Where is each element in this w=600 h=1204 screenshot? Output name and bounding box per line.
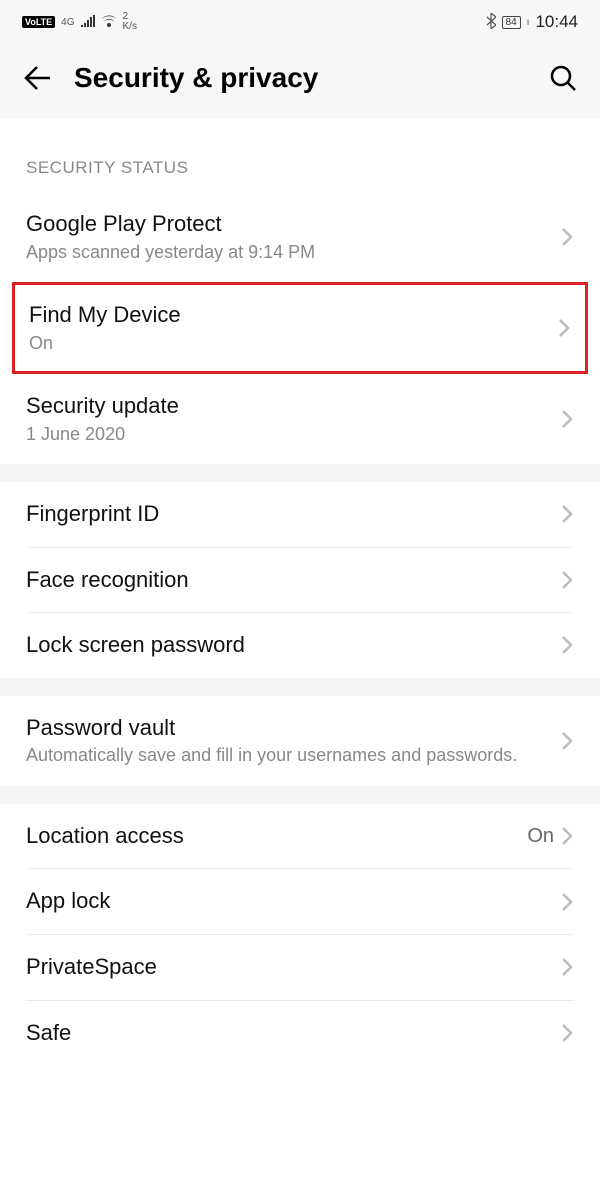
signal-icon xyxy=(81,14,95,30)
item-value: On xyxy=(527,825,554,848)
chevron-right-icon xyxy=(560,408,574,430)
item-title: Find My Device xyxy=(29,301,557,330)
status-right: 84 ı 10:44 xyxy=(486,12,578,32)
clock: 10:44 xyxy=(535,12,578,32)
page-title: Security & privacy xyxy=(74,62,318,94)
item-google-play-protect[interactable]: Google Play Protect Apps scanned yesterd… xyxy=(0,192,600,282)
search-button[interactable] xyxy=(548,63,578,93)
chevron-right-icon xyxy=(560,503,574,525)
item-subtitle: Automatically save and fill in your user… xyxy=(26,744,560,767)
chevron-right-icon xyxy=(560,730,574,752)
chevron-right-icon xyxy=(560,956,574,978)
item-title: PrivateSpace xyxy=(26,953,560,982)
item-lock-screen-password[interactable]: Lock screen password xyxy=(0,613,600,678)
item-title: App lock xyxy=(26,887,560,916)
item-security-update[interactable]: Security update 1 June 2020 xyxy=(0,374,600,464)
item-face-recognition[interactable]: Face recognition xyxy=(0,548,600,613)
chevron-right-icon xyxy=(560,226,574,248)
item-subtitle: 1 June 2020 xyxy=(26,423,560,446)
network-type: 4G xyxy=(61,17,74,28)
data-speed: 2 K/s xyxy=(123,12,137,32)
chevron-right-icon xyxy=(560,891,574,913)
item-title: Fingerprint ID xyxy=(26,500,560,529)
item-title: Face recognition xyxy=(26,566,560,595)
item-privatespace[interactable]: PrivateSpace xyxy=(0,935,600,1000)
item-find-my-device[interactable]: Find My Device On xyxy=(12,282,588,374)
item-app-lock[interactable]: App lock xyxy=(0,869,600,934)
item-location-access[interactable]: Location access On xyxy=(0,804,600,869)
item-title: Lock screen password xyxy=(26,631,560,660)
wifi-icon xyxy=(101,14,117,30)
chevron-right-icon xyxy=(560,1022,574,1044)
chevron-right-icon xyxy=(560,825,574,847)
battery-badge: 84 xyxy=(502,16,521,29)
item-title: Password vault xyxy=(26,714,560,743)
volte-badge: VoLTE xyxy=(22,16,55,28)
item-title: Location access xyxy=(26,822,527,851)
chevron-right-icon xyxy=(557,317,571,339)
item-fingerprint-id[interactable]: Fingerprint ID xyxy=(0,482,600,547)
header: Security & privacy xyxy=(0,44,600,118)
item-title: Security update xyxy=(26,392,560,421)
chevron-right-icon xyxy=(560,569,574,591)
item-subtitle: Apps scanned yesterday at 9:14 PM xyxy=(26,241,560,264)
item-safe[interactable]: Safe xyxy=(0,1001,600,1066)
battery-tip: ı xyxy=(527,17,530,28)
back-button[interactable] xyxy=(22,63,52,93)
item-title: Safe xyxy=(26,1019,560,1048)
item-password-vault[interactable]: Password vault Automatically save and fi… xyxy=(0,696,600,786)
item-subtitle: On xyxy=(29,332,557,355)
chevron-right-icon xyxy=(560,634,574,656)
item-title: Google Play Protect xyxy=(26,210,560,239)
bluetooth-icon xyxy=(486,13,496,32)
section-header-security-status: SECURITY STATUS xyxy=(0,118,600,192)
status-left: VoLTE 4G 2 K/s xyxy=(22,12,137,32)
status-bar: VoLTE 4G 2 K/s 84 ı 10:44 xyxy=(0,0,600,44)
